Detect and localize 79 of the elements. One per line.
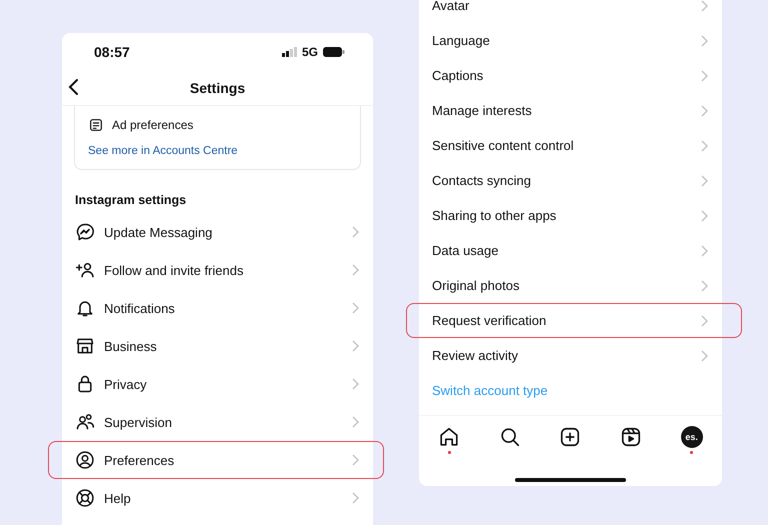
- row-label: Manage interests: [432, 103, 533, 118]
- add-person-icon: [75, 260, 95, 280]
- chevron-icon: [352, 492, 359, 504]
- people-icon: [75, 412, 95, 432]
- row-label: Captions: [432, 68, 484, 83]
- settings-row[interactable]: Captions: [419, 58, 722, 93]
- lifebuoy-icon: [75, 488, 95, 508]
- chevron-icon: [352, 416, 359, 428]
- row-label: Notifications: [104, 300, 176, 316]
- status-time: 08:57: [94, 44, 130, 60]
- chevron-icon: [352, 264, 359, 276]
- messenger-icon: [75, 222, 95, 242]
- settings-row[interactable]: Update Messaging: [62, 213, 373, 251]
- row-label: Sharing to other apps: [432, 208, 558, 223]
- row-label: Data usage: [432, 243, 500, 258]
- reels-icon: [620, 426, 642, 448]
- chevron-icon: [352, 302, 359, 314]
- accounts-centre-link[interactable]: See more in Accounts Centre: [88, 145, 347, 157]
- settings-row[interactable]: Review activity: [419, 338, 722, 373]
- ad-icon: [88, 117, 104, 133]
- settings-row[interactable]: Contacts syncing: [419, 163, 722, 198]
- person-icon: [75, 450, 95, 470]
- row-label: Review activity: [432, 348, 519, 363]
- settings-row[interactable]: Avatar: [419, 0, 722, 23]
- tab-button[interactable]: es.: [672, 426, 712, 454]
- settings-row[interactable]: Data usage: [419, 233, 722, 268]
- settings-row[interactable]: Help: [62, 479, 373, 517]
- chevron-icon: [701, 104, 708, 116]
- store-icon: [75, 336, 95, 356]
- row-label: Sensitive content control: [432, 138, 575, 153]
- back-icon: [68, 78, 79, 96]
- settings-row[interactable]: Sensitive content control: [419, 128, 722, 163]
- section-title: Instagram settings: [74, 192, 188, 209]
- row-label: Original photos: [432, 278, 520, 293]
- row-label: Supervision: [104, 414, 173, 430]
- settings-row[interactable]: Preferences: [62, 441, 373, 479]
- chevron-icon: [701, 210, 708, 222]
- chevron-icon: [352, 226, 359, 238]
- chevron-icon: [701, 280, 708, 292]
- chevron-icon: [701, 244, 708, 256]
- settings-row[interactable]: Sharing to other apps: [419, 198, 722, 233]
- settings-row[interactable]: Supervision: [62, 403, 373, 441]
- settings-row[interactable]: Business: [62, 327, 373, 365]
- signal-icon: [282, 46, 297, 56]
- row-label: Help: [104, 490, 132, 506]
- home-icon: [438, 426, 460, 448]
- search-icon: [498, 426, 521, 448]
- row-label: Privacy: [104, 376, 148, 392]
- settings-row[interactable]: Follow and invite friends: [62, 251, 373, 289]
- chevron-icon: [701, 70, 708, 82]
- chevron-icon: [701, 174, 708, 186]
- battery-icon: [323, 46, 345, 56]
- chevron-icon: [701, 314, 708, 326]
- row-label: Preferences: [104, 452, 176, 468]
- network-label: 5G: [302, 44, 318, 58]
- chevron-icon: [352, 378, 359, 390]
- card-item[interactable]: Ad preferences: [112, 118, 194, 132]
- row-label: Business: [104, 338, 158, 354]
- settings-row[interactable]: Manage interests: [419, 93, 722, 128]
- create-icon: [559, 426, 582, 448]
- settings-row[interactable]: Original photos: [419, 268, 722, 303]
- settings-row[interactable]: Notifications: [62, 289, 373, 327]
- settings-row[interactable]: Privacy: [62, 365, 373, 403]
- row-label: Contacts syncing: [432, 173, 532, 188]
- chevron-icon: [701, 350, 708, 362]
- chevron-icon: [701, 34, 708, 46]
- settings-row[interactable]: Request verification: [419, 303, 722, 338]
- chevron-icon: [701, 140, 708, 152]
- screen-title: Settings: [190, 80, 246, 96]
- profile-avatar: es.: [680, 426, 703, 448]
- chevron-icon: [352, 454, 359, 466]
- settings-row[interactable]: Language: [419, 23, 722, 58]
- row-label: Avatar: [432, 0, 470, 13]
- chevron-icon: [701, 0, 708, 12]
- row-label: Language: [432, 33, 491, 48]
- row-label: Request verification: [432, 313, 548, 328]
- row-label: Update Messaging: [104, 224, 214, 240]
- row-label: Follow and invite friends: [104, 262, 244, 278]
- chevron-icon: [352, 340, 359, 352]
